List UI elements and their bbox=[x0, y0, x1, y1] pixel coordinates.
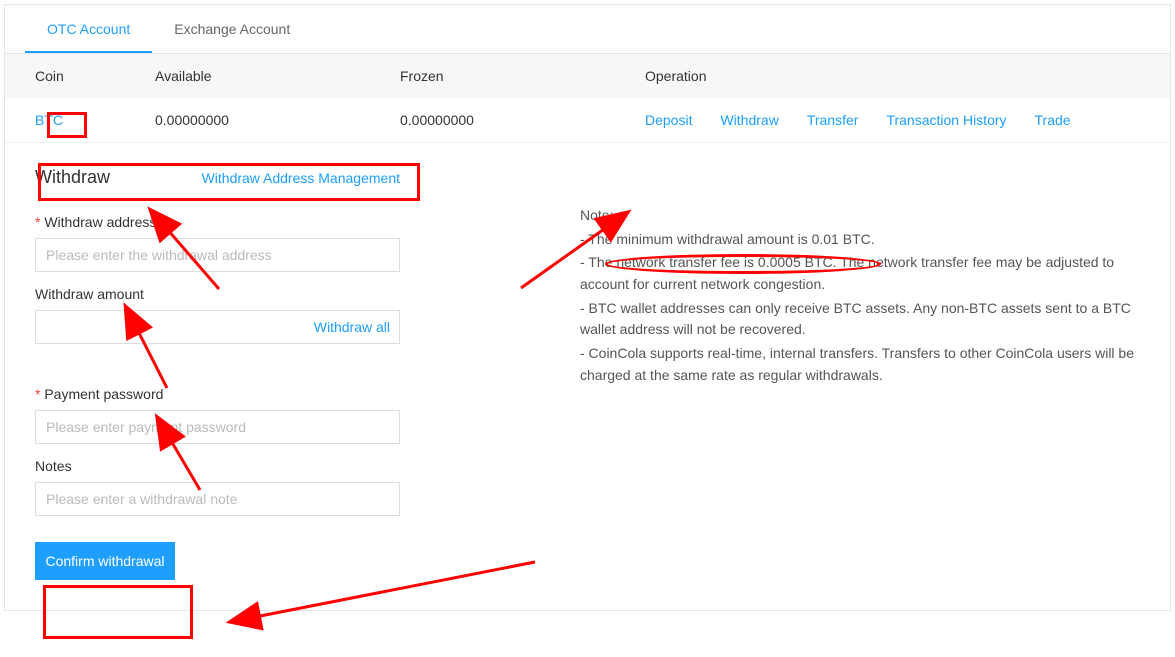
notes-label: Notes bbox=[35, 458, 400, 474]
balances-header: Coin Available Frozen Operation bbox=[5, 54, 1170, 98]
notes-input[interactable] bbox=[35, 482, 400, 516]
col-frozen-header: Frozen bbox=[400, 68, 645, 84]
note-btc-address: - BTC wallet addresses can only receive … bbox=[580, 298, 1140, 341]
payment-password-label: Payment password bbox=[35, 386, 400, 402]
withdraw-all-link[interactable]: Withdraw all bbox=[314, 319, 390, 335]
tab-otc-account[interactable]: OTC Account bbox=[25, 5, 152, 53]
withdraw-address-label: Withdraw address bbox=[35, 214, 400, 230]
table-row: BTC 0.00000000 0.00000000 Deposit Withdr… bbox=[5, 98, 1170, 143]
note-panel: Note: - The minimum withdrawal amount is… bbox=[580, 159, 1140, 580]
deposit-link[interactable]: Deposit bbox=[645, 112, 692, 128]
coin-btc-link[interactable]: BTC bbox=[35, 112, 63, 128]
withdraw-link[interactable]: Withdraw bbox=[720, 112, 778, 128]
note-internal-transfer: - CoinCola supports real-time, internal … bbox=[580, 343, 1140, 386]
confirm-withdrawal-button[interactable]: Confirm withdrawal bbox=[35, 542, 175, 580]
note-network-fee: - The network transfer fee is 0.0005 BTC… bbox=[580, 252, 1140, 295]
note-min-withdrawal: - The minimum withdrawal amount is 0.01 … bbox=[580, 229, 1140, 251]
col-coin-header: Coin bbox=[35, 68, 155, 84]
trade-link[interactable]: Trade bbox=[1035, 112, 1071, 128]
withdraw-address-management-link[interactable]: Withdraw Address Management bbox=[202, 170, 400, 186]
note-heading: Note: bbox=[580, 205, 1140, 227]
payment-password-input[interactable] bbox=[35, 410, 400, 444]
transaction-history-link[interactable]: Transaction History bbox=[886, 112, 1006, 128]
col-available-header: Available bbox=[155, 68, 400, 84]
tab-exchange-account[interactable]: Exchange Account bbox=[152, 5, 312, 53]
withdraw-address-input[interactable] bbox=[35, 238, 400, 272]
frozen-value: 0.00000000 bbox=[400, 112, 645, 128]
withdraw-title: Withdraw bbox=[35, 167, 110, 188]
transfer-link[interactable]: Transfer bbox=[807, 112, 859, 128]
withdraw-amount-label: Withdraw amount bbox=[35, 286, 400, 302]
available-value: 0.00000000 bbox=[155, 112, 400, 128]
col-operation-header: Operation bbox=[645, 68, 1140, 84]
